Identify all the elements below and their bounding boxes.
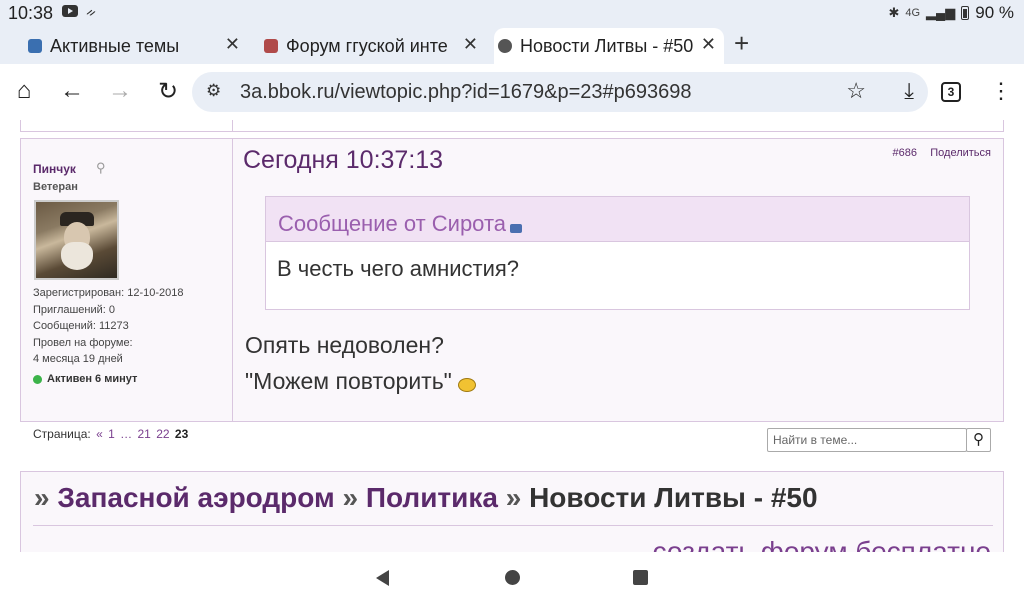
notification-icon: ᨀ: [86, 4, 97, 19]
breadcrumb-link[interactable]: Запасной аэродром: [57, 482, 334, 513]
previous-post: [20, 120, 1004, 132]
site-settings-icon[interactable]: ⚙: [206, 81, 221, 101]
create-forum-link[interactable]: создать форум бесплатно: [653, 536, 991, 552]
info-messages: Сообщений: 11273: [33, 320, 129, 332]
status-bar: 10:38 ᨀ ✱ 4G ▂▄▆ 90 %: [0, 0, 1024, 26]
battery-icon: [961, 6, 970, 20]
go-to-quote-icon[interactable]: [510, 223, 523, 233]
info-time-label: Провел на форуме:: [33, 336, 133, 349]
back-arrow-icon[interactable]: ←: [55, 74, 89, 108]
status-right: ✱ 4G ▂▄▆ 90 %: [888, 3, 1014, 23]
breadcrumb-sep: »: [342, 482, 359, 513]
avatar-beard: [61, 242, 93, 270]
battery-level: 90 %: [975, 3, 1014, 22]
author-name[interactable]: Пинчук: [33, 162, 76, 176]
smiley-icon: [457, 377, 476, 392]
tab-title: Форум ггуской инте: [286, 35, 448, 56]
reload-icon[interactable]: ↻: [151, 74, 185, 108]
breadcrumb-link[interactable]: Политика: [366, 482, 498, 513]
pager-ellipsis: …: [120, 427, 133, 441]
quote-text: В честь чего амнистия?: [277, 256, 520, 281]
quote-header: Сообщение от Сирота: [266, 197, 969, 242]
breadcrumb-sep: »: [34, 482, 50, 513]
search-icon[interactable]: ⚲: [966, 428, 991, 452]
breadcrumb-sep: »: [505, 482, 522, 513]
avatar: [34, 200, 119, 280]
browser-toolbar: ⌂ ← → ↻ ⚙ 3a.bbok.ru/viewtopic.php?id=16…: [0, 64, 1024, 120]
online-dot-icon: [33, 374, 42, 384]
breadcrumb: » Запасной аэродром » Политика » Новости…: [34, 482, 818, 514]
tab-title: Активные темы: [50, 35, 180, 56]
network-type: 4G: [905, 7, 921, 19]
close-icon[interactable]: ✕: [225, 34, 240, 55]
download-icon[interactable]: ⤓: [904, 78, 914, 104]
info-registered: Зарегистрирован: 12-10-2018: [33, 287, 184, 299]
forum-favicon-icon: [264, 39, 278, 53]
forum-favicon-icon: [28, 39, 42, 53]
nav-back-icon[interactable]: [376, 570, 389, 586]
column-divider: [232, 120, 233, 131]
post-line: "Можем повторить": [245, 368, 452, 394]
topic-search-input[interactable]: Найти в теме...: [767, 428, 967, 452]
divider: [33, 525, 993, 526]
pager-page[interactable]: 1: [108, 427, 115, 441]
home-icon[interactable]: ⌂: [7, 74, 41, 108]
quote-block: Сообщение от Сирота В честь чего амнисти…: [265, 196, 970, 310]
online-status: Активен 6 минут: [33, 373, 137, 385]
status-notification-icons: ᨀ: [62, 5, 97, 19]
author-info: Зарегистрирован: 12-10-2018 Приглашений:…: [33, 285, 183, 368]
tab-switcher-button[interactable]: 3: [941, 82, 961, 102]
info-time-value: 4 месяца 19 дней: [33, 353, 123, 365]
close-icon[interactable]: ✕: [701, 34, 716, 55]
signal-icon: ▂▄▆: [926, 5, 956, 20]
close-icon[interactable]: ✕: [463, 34, 478, 55]
online-status-text: Активен 6 минут: [47, 373, 138, 385]
post-body: Опять недоволен? "Можем повторить": [245, 327, 476, 399]
globe-icon: [498, 39, 512, 53]
post-line: Опять недоволен?: [245, 332, 444, 358]
pagination: Страница: « 1 … 21 22 23: [33, 427, 188, 441]
nav-home-icon[interactable]: [505, 570, 520, 585]
info-invites: Приглашений: 0: [33, 303, 116, 316]
pager-prev[interactable]: «: [96, 427, 103, 441]
forward-arrow-icon[interactable]: →: [103, 74, 137, 108]
system-nav-bar: [0, 552, 1024, 600]
nav-recents-icon[interactable]: [633, 570, 648, 585]
breadcrumb-current: Новости Литвы - #50: [529, 482, 818, 513]
pager-label: Страница:: [33, 427, 91, 441]
pager-current: 23: [174, 427, 189, 441]
tab-active-topics[interactable]: Активные темы ✕: [24, 28, 248, 64]
share-link[interactable]: Поделиться: [930, 147, 991, 159]
more-menu-icon[interactable]: ⋮: [990, 78, 1012, 104]
post-date[interactable]: Сегодня 10:37:13: [243, 146, 443, 175]
post-number[interactable]: #686: [893, 147, 917, 159]
pager-page[interactable]: 21: [137, 427, 150, 441]
tab-title: Новости Литвы - #50: [520, 35, 694, 56]
forum-post: Пинчук ⚲ Ветеран Зарегистрирован: 12-10-…: [20, 138, 1004, 422]
youtube-icon: [62, 5, 78, 17]
quote-author: Сообщение от Сирота: [278, 211, 507, 236]
page-content: Пинчук ⚲ Ветеран Зарегистрирован: 12-10-…: [0, 120, 1024, 552]
tab-forum[interactable]: Форум ггуской инте ✕: [260, 28, 486, 64]
address-bar[interactable]: ⚙ 3a.bbok.ru/viewtopic.php?id=1679&p=23#…: [192, 72, 928, 112]
bookmark-star-icon[interactable]: ☆: [846, 78, 866, 104]
status-time: 10:38: [8, 3, 54, 23]
pager-page[interactable]: 22: [156, 427, 169, 441]
post-author-panel: Пинчук ⚲ Ветеран Зарегистрирован: 12-10-…: [21, 139, 233, 421]
tab-news-lithuania[interactable]: Новости Литвы - #50 ✕: [494, 28, 724, 64]
new-tab-button[interactable]: +: [734, 30, 749, 56]
bluetooth-icon: ✱: [888, 5, 900, 20]
post-line-with-smiley: "Можем повторить": [245, 363, 476, 399]
search-icon[interactable]: ⚲: [96, 160, 106, 176]
url-text[interactable]: 3a.bbok.ru/viewtopic.php?id=1679&p=23#p6…: [240, 81, 691, 104]
tab-strip: Активные темы ✕ Форум ггуской инте ✕ Нов…: [0, 26, 1024, 64]
author-rank: Ветеран: [33, 181, 78, 193]
breadcrumb-panel: » Запасной аэродром » Политика » Новости…: [20, 471, 1004, 552]
